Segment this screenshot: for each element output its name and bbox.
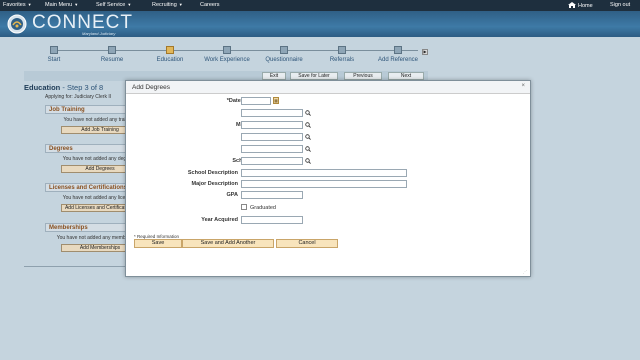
state-lookup-icon[interactable] bbox=[305, 146, 311, 152]
chevron-down-icon: ▼ bbox=[74, 2, 79, 7]
page-title-text: Education bbox=[24, 83, 61, 92]
major-code-lookup-icon[interactable] bbox=[305, 122, 311, 128]
recruiting-menu[interactable]: Recruiting ▼ bbox=[152, 2, 183, 8]
step-add-reference[interactable]: Add Reference bbox=[368, 45, 428, 63]
steps-scroll-right-icon[interactable]: ▶ bbox=[422, 49, 428, 55]
step-resume[interactable]: Resume bbox=[82, 45, 142, 63]
graduated-label: Graduated bbox=[250, 205, 276, 211]
degree-input[interactable] bbox=[241, 109, 303, 117]
step-of-text: - Step 3 of 8 bbox=[62, 83, 104, 92]
page-title: Education - Step 3 of 8 bbox=[24, 83, 103, 92]
date-acquired-input[interactable] bbox=[241, 97, 271, 105]
year-acquired-label: Year Acquired bbox=[201, 217, 238, 223]
chevron-down-icon: ▼ bbox=[178, 2, 183, 7]
seal-icon bbox=[7, 14, 27, 34]
resize-handle-icon[interactable]: ⋰ bbox=[523, 269, 528, 274]
dialog-header: Add Degrees × bbox=[126, 81, 530, 94]
application-progress-steps: Start Resume Education Work Experience Q… bbox=[24, 45, 428, 71]
school-code-input[interactable] bbox=[241, 157, 303, 165]
favorites-menu[interactable]: Favorites ▼ bbox=[3, 2, 32, 8]
year-acquired-input[interactable] bbox=[241, 216, 303, 224]
save-for-later-button[interactable]: Save for Later bbox=[290, 72, 338, 80]
step-label: Work Experience bbox=[204, 57, 250, 63]
step-label: Add Reference bbox=[377, 57, 419, 63]
step-questionnaire[interactable]: Questionnaire bbox=[254, 45, 314, 63]
save-button[interactable]: Save bbox=[134, 239, 182, 248]
gpa-label: GPA bbox=[226, 192, 238, 198]
country-lookup-icon[interactable] bbox=[305, 134, 311, 140]
gpa-input[interactable] bbox=[241, 191, 303, 199]
school-description-label: School Description bbox=[187, 170, 238, 176]
step-marker bbox=[394, 46, 402, 54]
step-label: Resume bbox=[100, 57, 124, 63]
home-label: Home bbox=[578, 3, 593, 9]
chevron-down-icon: ▼ bbox=[127, 2, 132, 7]
step-marker bbox=[280, 46, 288, 54]
close-icon[interactable]: × bbox=[521, 83, 525, 89]
step-label: Referrals bbox=[329, 57, 355, 63]
state-input[interactable] bbox=[241, 145, 303, 153]
step-marker bbox=[108, 46, 116, 54]
step-marker bbox=[50, 46, 58, 54]
step-label: Education bbox=[156, 57, 184, 63]
save-and-add-another-button[interactable]: Save and Add Another bbox=[182, 239, 274, 248]
step-education[interactable]: Education bbox=[140, 45, 200, 63]
home-icon bbox=[568, 2, 576, 8]
step-marker bbox=[166, 46, 174, 54]
next-button[interactable]: Next bbox=[388, 72, 424, 80]
step-label: Start bbox=[47, 57, 61, 63]
graduated-checkbox[interactable] bbox=[241, 204, 247, 210]
dialog-title: Add Degrees bbox=[132, 84, 170, 91]
school-description-input[interactable] bbox=[241, 169, 407, 177]
calendar-icon[interactable]: ▦ bbox=[273, 97, 279, 104]
self-service-menu[interactable]: Self Service ▼ bbox=[96, 2, 131, 8]
home-link[interactable]: Home bbox=[568, 2, 593, 9]
step-work-experience[interactable]: Work Experience bbox=[197, 45, 257, 63]
step-label: Questionnaire bbox=[265, 57, 303, 63]
exit-button[interactable]: Exit bbox=[262, 72, 286, 80]
favorites-label: Favorites bbox=[3, 2, 26, 8]
careers-menu[interactable]: Careers bbox=[200, 2, 220, 8]
step-marker bbox=[223, 46, 231, 54]
top-navigation-bar: Favorites ▼ Main Menu ▼ Self Service ▼ Recr… bbox=[0, 0, 640, 11]
step-marker bbox=[338, 46, 346, 54]
main-menu-label: Main Menu bbox=[45, 2, 73, 8]
step-start[interactable]: Start bbox=[24, 45, 84, 63]
major-description-input[interactable] bbox=[241, 180, 407, 188]
logo-subtitle: Maryland Judiciary bbox=[82, 31, 116, 36]
previous-button[interactable]: Previous bbox=[344, 72, 382, 80]
applying-for-text: Applying for: Judiciary Clerk II bbox=[45, 94, 112, 100]
header-banner: CONNECT Maryland Judiciary bbox=[0, 11, 640, 37]
school-code-lookup-icon[interactable] bbox=[305, 158, 311, 164]
chevron-down-icon: ▼ bbox=[27, 2, 32, 7]
main-menu[interactable]: Main Menu ▼ bbox=[45, 2, 78, 8]
add-degrees-dialog: Add Degrees × *Date Acquired ▦ *Degree M… bbox=[125, 80, 531, 277]
self-service-label: Self Service bbox=[96, 2, 126, 8]
step-referrals[interactable]: Referrals bbox=[312, 45, 372, 63]
cancel-button[interactable]: Cancel bbox=[276, 239, 338, 248]
sign-out-link[interactable]: Sign out bbox=[610, 2, 630, 8]
country-input[interactable] bbox=[241, 133, 303, 141]
major-code-input[interactable] bbox=[241, 121, 303, 129]
degree-lookup-icon[interactable] bbox=[305, 110, 311, 116]
recruiting-label: Recruiting bbox=[152, 2, 177, 8]
major-description-label: Major Description bbox=[191, 181, 238, 187]
